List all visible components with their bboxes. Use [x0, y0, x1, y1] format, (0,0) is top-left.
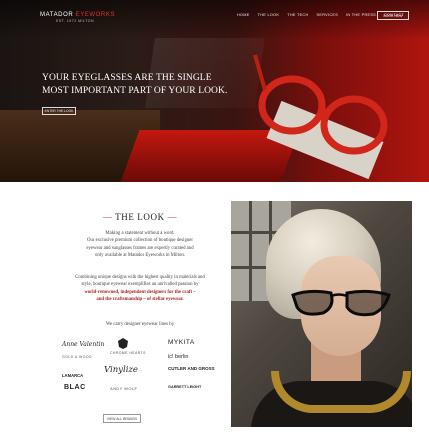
photo-gold-necklace [271, 371, 411, 413]
brand-gold-wood: GOLD & WOOD [62, 355, 92, 359]
hero-title-line-2: MOST IMPORTANT PART OF YOUR LOOK. [42, 85, 228, 96]
craft-highlight-2: and the craftsmanship – of stellar eyewe… [96, 296, 184, 302]
view-all-brands-button[interactable]: VIEW ALL BRANDS [103, 414, 141, 423]
brand-logos: Anne Valentin CHROME HEARTS MYKITA GOLD … [60, 337, 220, 397]
site-logo[interactable]: MATADOR EYEWORKS EST. 1972 MILTON [40, 12, 115, 23]
nav-services[interactable]: SERVICES [317, 13, 339, 17]
brand-cutler-gross: CUTLER AND GROSS [168, 366, 215, 371]
nav-the-tech[interactable]: THE TECH [287, 13, 308, 17]
enter-the-look-button[interactable]: ENTER THE LOOK [42, 107, 76, 115]
heading-dash-right: — [167, 212, 178, 222]
intro-line-3: eyewear and sunglasses frames are expert… [86, 245, 194, 251]
brand-ic-berlin: ic! berlin [168, 354, 189, 360]
brand-anne-valentin: Anne Valentin [62, 341, 105, 348]
craft-highlight-1: world-renowned, independent designers fo… [84, 289, 196, 295]
hero-banner: MATADOR EYEWORKS EST. 1972 MILTON HOME T… [0, 0, 429, 182]
the-look-heading-text: THE LOOK [115, 212, 165, 222]
book-now-button[interactable]: BOOK NOW [377, 11, 409, 20]
nav-home[interactable]: HOME [237, 13, 250, 17]
intro-line-1: Making a statement without a word. [105, 231, 175, 236]
craft-line-2: style, boutique eyewear exemplifies an u… [81, 282, 199, 288]
chrome-hearts-crest-icon [118, 338, 128, 349]
brand-chrome-hearts: CHROME HEARTS [110, 351, 146, 355]
brand-lamarca: LAMARCA [62, 373, 84, 378]
logo-tagline: EST. 1972 MILTON [56, 19, 95, 23]
logo-word-1: MATADOR [40, 12, 74, 18]
the-look-heading: — THE LOOK — [60, 212, 220, 222]
brand-vinylize: Vinylize [104, 365, 138, 375]
craft-paragraph: Combining unique designs with the highes… [40, 274, 240, 303]
nav-the-look[interactable]: THE LOOK [258, 13, 280, 17]
brands-intro: We carry designer eyewear lines by [105, 322, 175, 327]
hero-title-line-1: YOUR EYEGLASSES ARE THE SINGLE [42, 73, 212, 83]
logo-word-2: EYEWORKS [75, 12, 116, 18]
heading-dash-left: — [102, 212, 113, 222]
model-portrait-image [231, 201, 412, 427]
black-eyeglasses-icon [291, 289, 391, 317]
hero-title: YOUR EYEGLASSES ARE THE SINGLE MOST IMPO… [42, 72, 242, 97]
nav-in-the-press[interactable]: IN THE PRESS [346, 13, 376, 17]
intro-paragraph: Making a statement without a word. Our e… [40, 230, 240, 259]
brand-andy-wolf: ANDY WOLF [110, 386, 138, 391]
craft-line-1: Combining unique designs with the highes… [75, 275, 205, 280]
intro-line-2: Our exclusive premium collection of bout… [86, 238, 194, 244]
brand-garrett-leight: GARRETT LEIGHT [168, 385, 202, 389]
intro-line-4: only available at Matador Eyeworks in Mi… [95, 252, 185, 258]
brand-mykita: MYKITA [168, 339, 195, 346]
brand-blac: BLAC [64, 384, 86, 391]
